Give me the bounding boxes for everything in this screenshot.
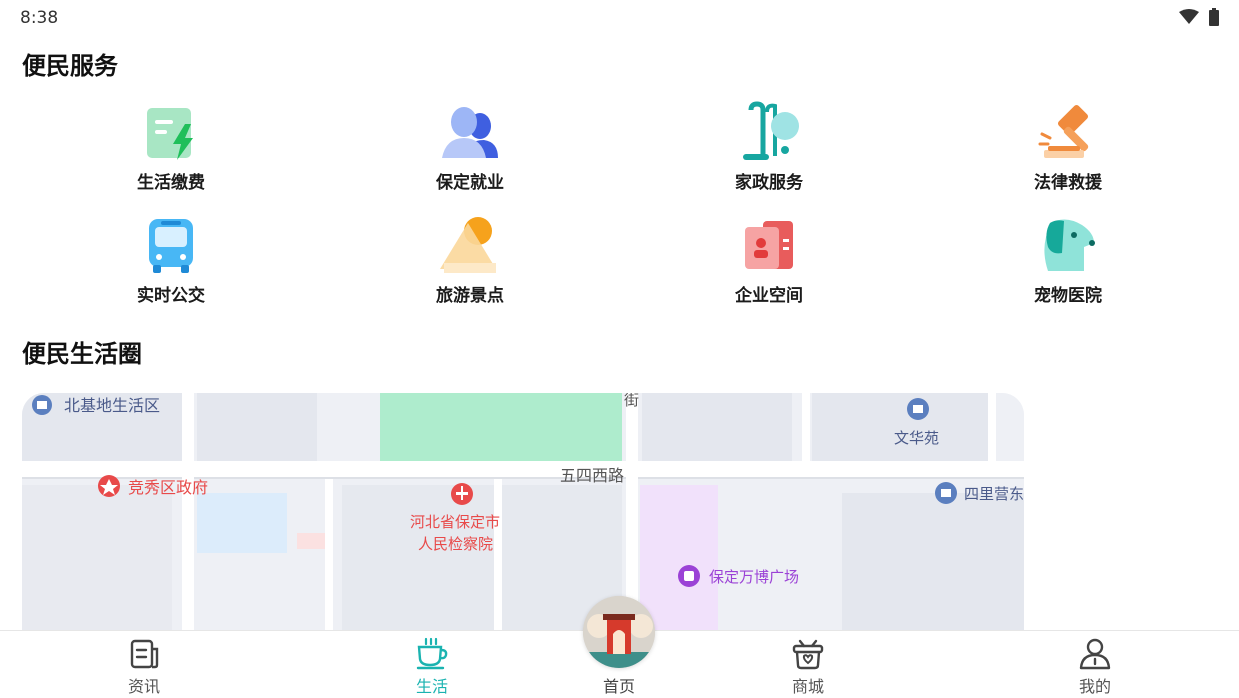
government-marker-icon[interactable] — [98, 475, 120, 497]
coffee-cup-icon — [416, 637, 448, 670]
status-time: 8:38 — [20, 8, 59, 28]
status-bar: 8:38 — [0, 0, 1239, 36]
map-label-road: 五四西路 — [560, 467, 624, 485]
park-area — [380, 393, 622, 461]
map-label-wenhuayuan: 文华苑 — [894, 430, 939, 447]
service-legal-aid[interactable]: 法律救援 — [978, 100, 1158, 193]
silijing-marker-icon[interactable] — [935, 482, 957, 504]
payment-bolt-icon — [147, 108, 193, 160]
service-life-payment[interactable]: 生活缴费 — [81, 100, 261, 193]
tab-mine-label: 我的 — [1078, 677, 1111, 696]
map-label-procuratorate-line1: 河北省保定市 — [410, 514, 500, 531]
shopping-mall-marker-icon[interactable] — [678, 565, 700, 587]
service-label: 生活缴费 — [137, 173, 205, 193]
housekeeping-vacuum-icon — [743, 101, 799, 160]
tab-life[interactable]: 生活 — [392, 637, 472, 697]
map-label-wanbo-plaza: 保定万博广场 — [709, 569, 799, 586]
status-icons — [1179, 8, 1219, 26]
service-label: 保定就业 — [436, 173, 504, 193]
map-label-procuratorate-line2: 人民检察院 — [418, 535, 493, 553]
wenhuayuan-marker-icon[interactable] — [907, 398, 929, 420]
map-label-street: 街 — [624, 393, 639, 409]
tab-news[interactable]: 资讯 — [104, 637, 184, 697]
mountain-sun-icon — [440, 217, 496, 273]
tab-mall-label: 商城 — [791, 677, 824, 696]
service-label: 实时公交 — [137, 286, 205, 306]
services-section-title: 便民服务 — [22, 52, 118, 80]
mall-area — [640, 485, 718, 630]
service-realtime-bus[interactable]: 实时公交 — [81, 213, 261, 306]
service-label: 宠物医院 — [1034, 286, 1102, 306]
map-canvas: 北基地生活区 街 文华苑 五四西路 竞秀区政府 河北省保定市 人民检察院 四里营… — [22, 393, 1024, 630]
map-label-north-base: 北基地生活区 — [64, 397, 160, 415]
service-housekeeping[interactable]: 家政服务 — [679, 100, 859, 193]
people-employment-icon — [442, 107, 498, 158]
gavel-icon — [1038, 104, 1089, 158]
service-employment[interactable]: 保定就业 — [380, 100, 560, 193]
tab-mine[interactable]: 我的 — [1055, 637, 1135, 697]
life-circle-map[interactable]: 北基地生活区 街 文华苑 五四西路 竞秀区政府 河北省保定市 人民检察院 四里营… — [22, 393, 1024, 630]
tab-life-label: 生活 — [415, 677, 448, 696]
service-pet-hospital[interactable]: 宠物医院 — [978, 213, 1158, 306]
service-label: 企业空间 — [735, 286, 803, 306]
life-circle-section-title: 便民生活圈 — [22, 340, 142, 368]
user-profile-icon — [1079, 638, 1111, 670]
wifi-icon — [1179, 9, 1199, 24]
tab-mall[interactable]: 商城 — [768, 637, 848, 697]
map-label-jingxiu-government: 竞秀区政府 — [128, 479, 208, 497]
tab-home-label: 首页 — [602, 677, 635, 696]
pet-dog-icon — [1044, 219, 1095, 271]
battery-icon — [1209, 8, 1219, 26]
service-tourism[interactable]: 旅游景点 — [380, 213, 560, 306]
service-label: 家政服务 — [735, 173, 803, 193]
service-label: 旅游景点 — [436, 286, 504, 306]
home-button[interactable] — [583, 596, 655, 668]
residence-marker-icon[interactable] — [32, 395, 52, 415]
city-gate-icon — [583, 596, 655, 668]
service-enterprise-space[interactable]: 企业空间 — [679, 213, 859, 306]
enterprise-card-icon — [745, 221, 793, 269]
procuratorate-marker-icon[interactable] — [451, 483, 473, 505]
tab-news-label: 资讯 — [127, 677, 160, 696]
map-label-silijing: 四里营东 — [964, 486, 1024, 503]
bus-icon — [149, 219, 193, 273]
service-label: 法律救援 — [1034, 173, 1102, 193]
shopping-basket-icon — [792, 639, 824, 670]
news-icon — [130, 639, 159, 669]
